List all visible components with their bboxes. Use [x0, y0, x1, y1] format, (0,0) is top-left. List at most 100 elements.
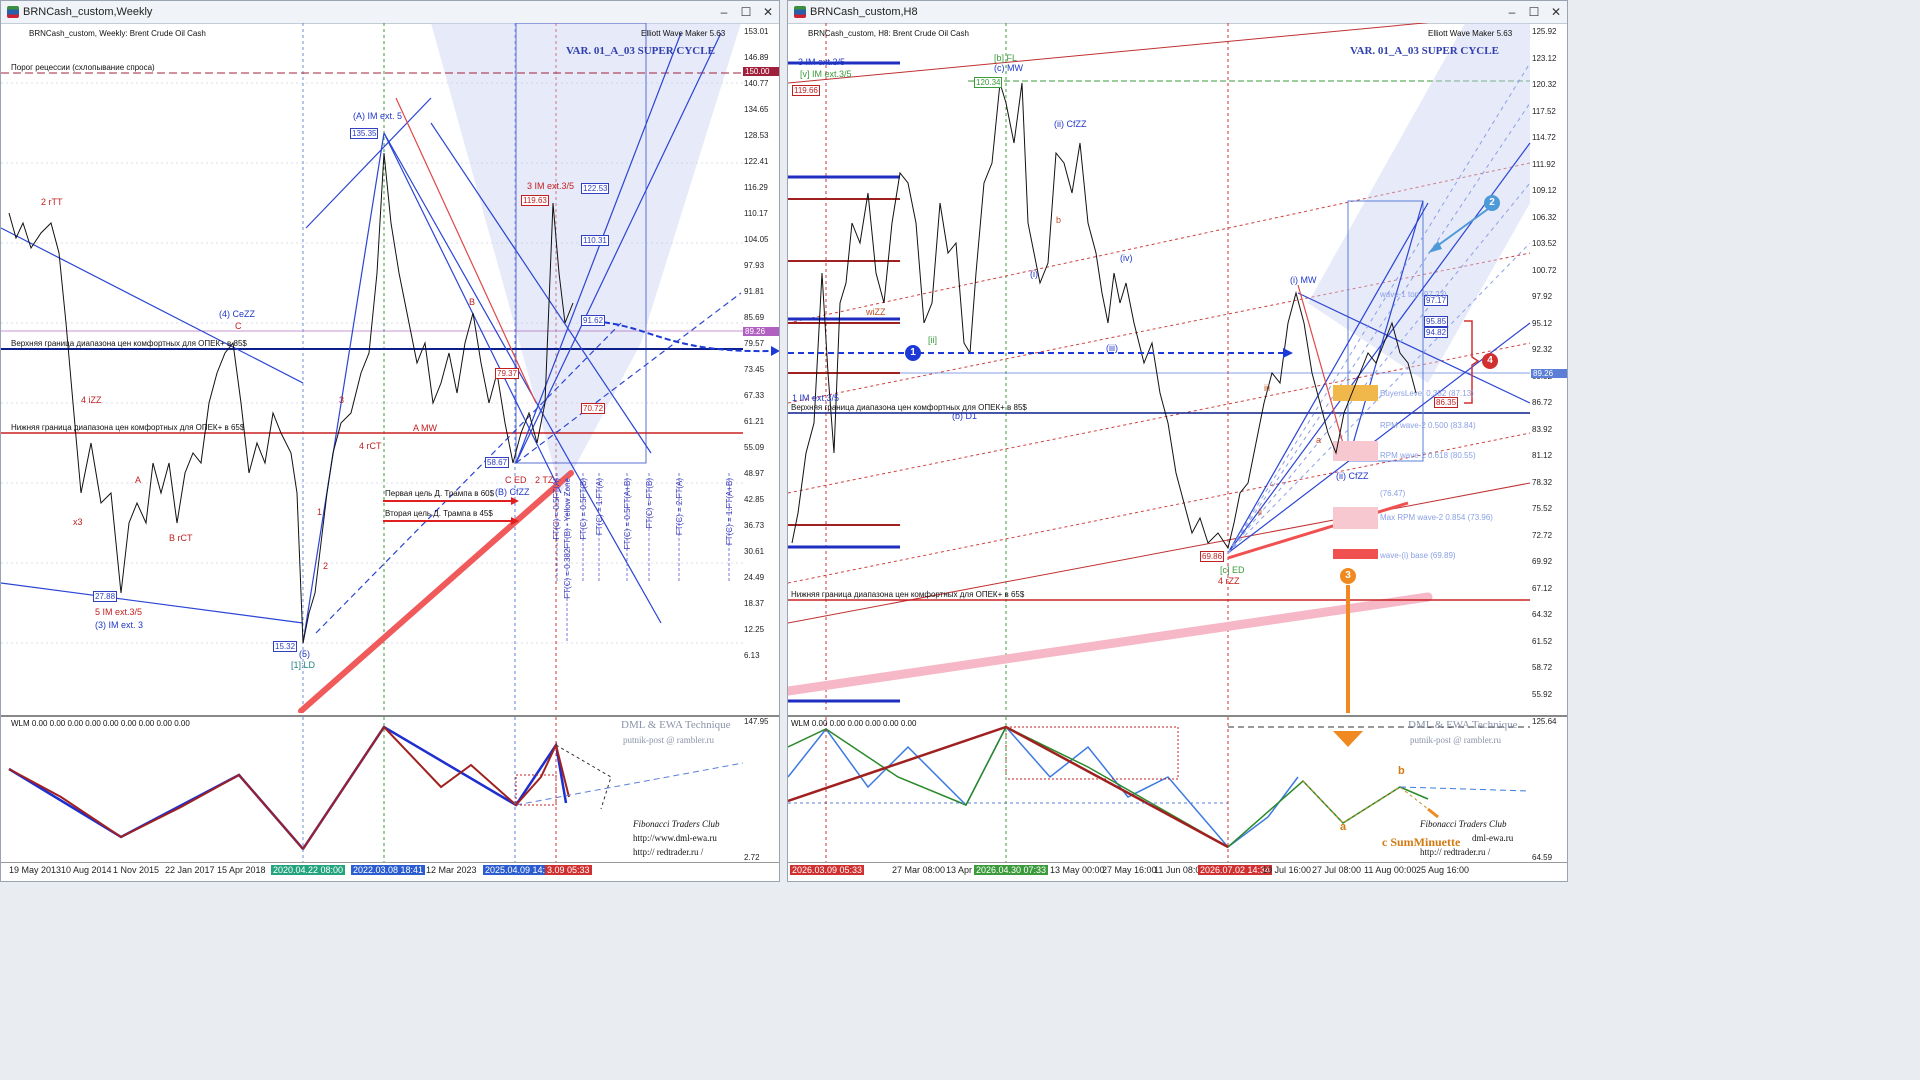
zone-label: RPM wave-2 0.618 (80.55): [1380, 451, 1476, 460]
wave-label: 4 rCT: [359, 441, 382, 451]
price-tag: 70.72: [581, 403, 606, 414]
oscillator-header: WLM 0.00 0.00 0.00 0.00 0.00 0.00: [791, 719, 917, 728]
h8-price-chart[interactable]: BRNCash_custom, H8: Brent Crude Oil Cash…: [788, 23, 1567, 713]
price-tick: 75.52: [1532, 504, 1553, 513]
fib-target-label: FT(C) = 0.5FT(A+B): [623, 478, 632, 550]
wave-label: wiZZ: [866, 307, 886, 317]
wave-label: 1: [317, 507, 323, 517]
weekly-price-chart[interactable]: BRNCash_custom, Weekly: Brent Crude Oil …: [1, 23, 779, 713]
watermark-url[interactable]: http:// redtrader.ru /: [633, 847, 703, 857]
wave-label: a: [1316, 435, 1322, 445]
watermark-title: DML & EWA Technique: [1408, 719, 1518, 731]
price-tag: 58.67: [485, 457, 510, 468]
fib-target-label: FT(C) = FT(B): [645, 478, 654, 529]
wave-label: (3) IM ext. 3: [95, 620, 144, 630]
zone-label: BuyersLevel 0.382 (87.13): [1380, 389, 1474, 398]
price-tag: 79.37: [495, 368, 520, 379]
price-tag: 94.82: [1424, 327, 1449, 338]
price-tick: 55.92: [1532, 689, 1553, 699]
titlebar[interactable]: BRNCash_custom,Weekly – ☐ ✕: [1, 1, 779, 24]
price-tick: 97.92: [1532, 292, 1553, 301]
recession-label: Порог рецессии (схлопывание спроса): [11, 63, 155, 72]
current-price-marker: 89.26: [1531, 369, 1567, 378]
chart-header: BRNCash_custom, Weekly: Brent Crude Oil …: [29, 29, 206, 38]
date-tick: 1 Nov 2015: [113, 865, 160, 875]
date-tick: 22 Jan 2017: [165, 865, 215, 875]
price-tick: 18.37: [744, 599, 765, 608]
wave-label: B: [469, 297, 476, 307]
close-button[interactable]: ✕: [1545, 3, 1567, 21]
window-title: BRNCash_custom,H8: [810, 6, 918, 18]
price-tick: 146.89: [744, 53, 769, 62]
price-tag: 110.31: [581, 235, 609, 246]
price-tick: 111.92: [1532, 159, 1556, 169]
price-tick: 61.52: [1532, 636, 1553, 646]
price-marker-150: 150.00: [743, 67, 779, 76]
maximize-button[interactable]: ☐: [1523, 3, 1545, 21]
price-tick: 109.12: [1532, 186, 1557, 195]
price-tag: 86.35: [1434, 397, 1459, 408]
price-tag: 27.88: [93, 591, 118, 602]
price-tick: 67.12: [1532, 583, 1553, 593]
wlm-oscillator[interactable]: WLM 0.00 0.00 0.00 0.00 0.00 0.00 0.00 0…: [1, 715, 779, 867]
h8-chart-window[interactable]: BRNCash_custom,H8 – ☐ ✕ BRNCash_custom, …: [787, 0, 1568, 882]
window-title: BRNCash_custom,Weekly: [23, 6, 153, 18]
minimize-button[interactable]: –: [713, 3, 735, 21]
price-tick: 61.21: [744, 417, 765, 426]
close-button[interactable]: ✕: [757, 3, 779, 21]
price-tag: 122.53: [581, 183, 610, 194]
watermark-url[interactable]: http://www.dml-ewa.ru: [633, 833, 717, 843]
wave-label: (iv): [1120, 253, 1133, 263]
chart-icon: [7, 6, 19, 18]
date-tick: 15 Apr 2018: [217, 865, 266, 875]
upper-comfort-label: Верхняя граница диапазона цен комфортных…: [11, 339, 247, 348]
price-tick: 6.13: [744, 651, 760, 660]
weekly-chart-window[interactable]: BRNCash_custom,Weekly – ☐ ✕ BRNCash_cust…: [0, 0, 780, 882]
watermark-email: putnik-post @ rambler.ru: [1410, 735, 1502, 745]
wave-label: 2 TZ: [535, 475, 554, 485]
wave-label: [b] FL: [994, 53, 1018, 63]
zone-label: Max RPM wave-2 0.854 (73.96): [1380, 513, 1493, 522]
wave-label: (ii) CfZZ: [1336, 471, 1369, 481]
watermark-email: putnik-post @ rambler.ru: [623, 735, 715, 745]
price-tick: 91.81: [744, 287, 765, 296]
price-tick: 128.53: [744, 131, 769, 140]
price-tick: 30.61: [744, 547, 765, 556]
fib-target-label: FT(C) = 1.FT(A+B): [725, 478, 734, 546]
price-tick: 114.72: [1532, 133, 1556, 142]
wave-label: ii: [1258, 507, 1262, 517]
date-tick: 19 May 2013: [9, 865, 62, 875]
date-tick: 13 May 00:00: [1050, 865, 1105, 875]
watermark-club: Fibonacci Traders Club: [633, 819, 720, 829]
price-tag: 119.66: [792, 85, 820, 96]
price-tag: 91.62: [581, 315, 606, 326]
watermark-url[interactable]: dml-ewa.ru: [1472, 833, 1513, 843]
wave-label: x3: [73, 517, 83, 527]
wave-label: [v] IM ext.3/5: [800, 69, 852, 79]
price-tick: 36.73: [744, 521, 765, 530]
fib-target-label: FT(C) = 1.FT(A): [595, 478, 604, 536]
minimize-button[interactable]: –: [1501, 3, 1523, 21]
trump-target-2: Вторая цель Д. Трампа в 45$: [385, 509, 493, 518]
wlm-oscillator[interactable]: WLM 0.00 0.00 0.00 0.00 0.00 0.00 DML & …: [788, 715, 1567, 867]
titlebar[interactable]: BRNCash_custom,H8 – ☐ ✕: [788, 1, 1567, 24]
osc-wave-c: c SumMinuette: [1382, 835, 1461, 849]
wave-label: [ii]: [928, 335, 937, 345]
oscillator-header: WLM 0.00 0.00 0.00 0.00 0.00 0.00 0.00 0…: [11, 719, 190, 728]
date-tick: 27 Mar 08:00: [892, 865, 946, 875]
price-tick: 95.12: [1532, 318, 1553, 328]
marker-2-icon: 2: [1484, 195, 1500, 211]
osc-axis-bottom: 2.72: [744, 853, 760, 862]
date-tick: 10 Aug 2014: [61, 865, 112, 875]
maximize-button[interactable]: ☐: [735, 3, 757, 21]
h8-chart-canvas[interactable]: [788, 23, 1568, 713]
price-tick: 100.72: [1532, 265, 1557, 275]
date-marker: 2020.04.22 08:00: [271, 865, 346, 875]
variant-label: VAR. 01_A_03 SUPER CYCLE: [566, 45, 715, 57]
price-tick: 103.52: [1532, 239, 1557, 248]
price-tick: 42.85: [744, 495, 765, 504]
wave-label: (B) CfZZ: [495, 487, 530, 497]
time-axis: 2026.03.09 05:33 27 Mar 08:00 13 Apr 1 2…: [788, 862, 1567, 881]
plugin-label: Elliott Wave Maker 5.63: [641, 29, 726, 38]
wave-label: b: [1056, 215, 1062, 225]
